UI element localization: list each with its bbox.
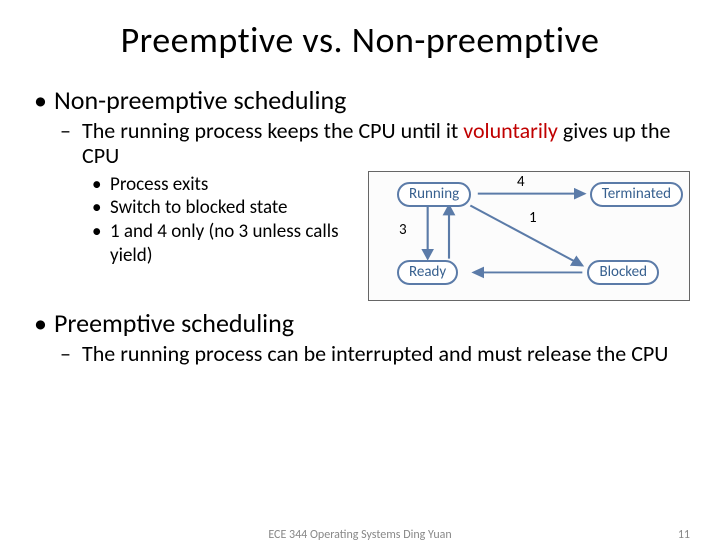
bullet-preemptive: Preemptive scheduling The running proces… bbox=[30, 307, 690, 366]
bullet-heading: Non-preemptive scheduling bbox=[54, 84, 346, 116]
sub-bullet-voluntary: The running process keeps the CPU until … bbox=[54, 118, 690, 301]
node-running: Running bbox=[397, 182, 471, 207]
node-blocked: Blocked bbox=[587, 260, 659, 285]
highlight-voluntarily: voluntarily bbox=[463, 117, 558, 144]
slide: Preemptive vs. Non-preemptive Non-preemp… bbox=[0, 0, 720, 540]
edge-1: 1 bbox=[529, 210, 537, 227]
node-ready: Ready bbox=[397, 260, 458, 285]
subsub-yield: 1 and 4 only (no 3 unless calls yield) bbox=[82, 220, 362, 268]
slide-title: Preemptive vs. Non-preemptive bbox=[30, 18, 690, 62]
subsub-exit: Process exits bbox=[82, 173, 362, 197]
edge-3: 3 bbox=[399, 222, 407, 239]
edge-4: 4 bbox=[517, 174, 525, 191]
node-terminated: Terminated bbox=[590, 182, 683, 207]
sub-bullet-interrupt: The running process can be interrupted a… bbox=[54, 341, 690, 366]
state-diagram: Running Terminated Ready Blocked 4 1 3 bbox=[368, 171, 690, 301]
bullet-heading-2: Preemptive scheduling bbox=[54, 307, 294, 339]
sub-row: Process exits Switch to blocked state 1 … bbox=[82, 169, 690, 301]
subsub-blocked: Switch to blocked state bbox=[82, 196, 362, 220]
bullet-nonpreemptive: Non-preemptive scheduling The running pr… bbox=[30, 84, 690, 301]
bullet-list: Non-preemptive scheduling The running pr… bbox=[30, 84, 690, 366]
